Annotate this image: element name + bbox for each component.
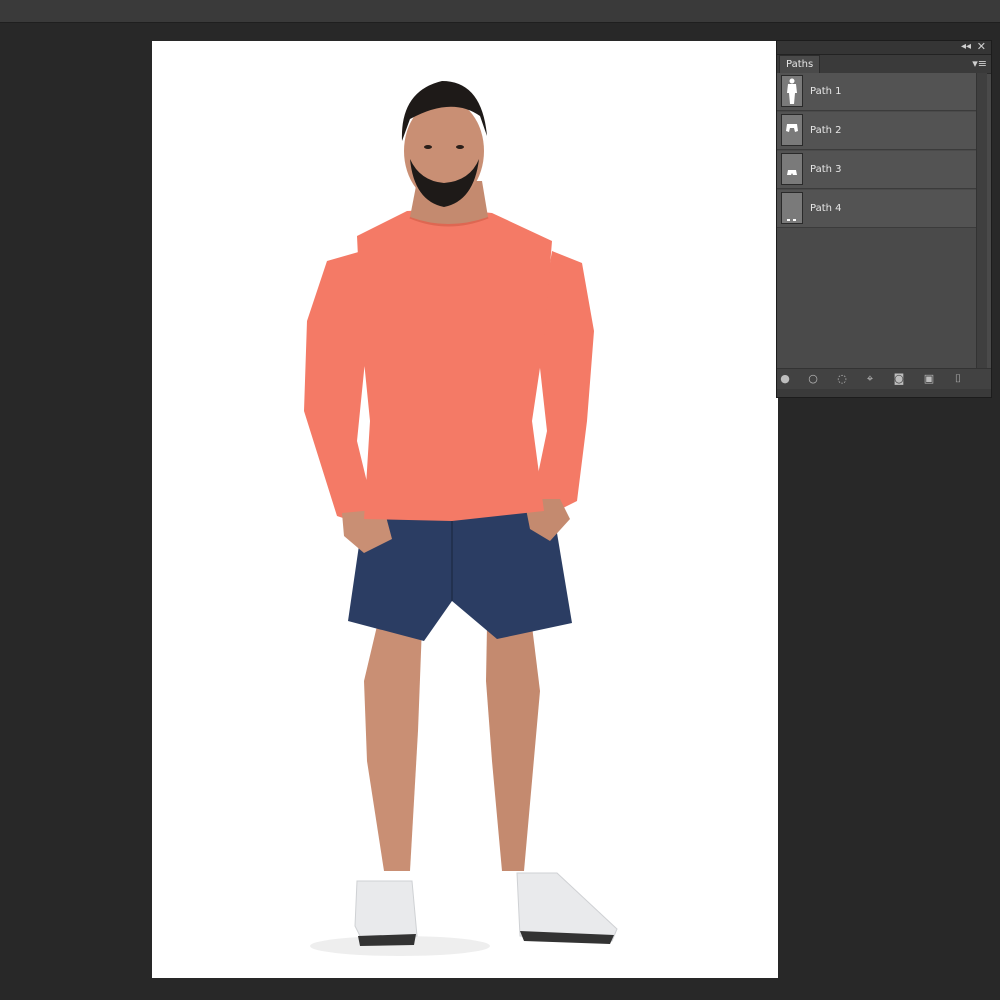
path-thumbnail xyxy=(781,153,803,185)
path-row-3[interactable]: Path 3 xyxy=(777,151,976,189)
panel-scrollbar[interactable] xyxy=(976,73,987,371)
path-thumbnail xyxy=(781,192,803,224)
panel-titlebar[interactable]: ◂◂ ✕ xyxy=(777,40,991,55)
options-bar xyxy=(0,0,1000,23)
tab-paths[interactable]: Paths xyxy=(779,55,821,73)
new-path-icon[interactable]: ▣ xyxy=(921,372,937,386)
load-selection-icon[interactable]: ◌ xyxy=(834,372,850,386)
path-label: Path 1 xyxy=(810,86,842,97)
path-row-1[interactable]: Path 1 xyxy=(777,73,976,111)
paths-panel: ◂◂ ✕ Paths ▾≡ Path 1 Path 2 Path 3 Path … xyxy=(776,40,992,398)
close-icon[interactable]: ✕ xyxy=(977,40,986,54)
path-label: Path 4 xyxy=(810,203,842,214)
panel-tab-row: Paths ▾≡ xyxy=(777,55,991,74)
add-mask-icon[interactable]: ◙ xyxy=(891,372,907,386)
panel-resize-grip[interactable] xyxy=(777,389,991,397)
path-thumbnail xyxy=(781,114,803,146)
panel-menu-icon[interactable]: ▾≡ xyxy=(972,56,987,72)
path-label: Path 3 xyxy=(810,164,842,175)
make-work-path-icon[interactable]: ⌖ xyxy=(862,372,878,386)
panel-footer: ● ○ ◌ ⌖ ◙ ▣ ⌷ xyxy=(777,368,991,389)
path-row-2[interactable]: Path 2 xyxy=(777,112,976,150)
path-label: Path 2 xyxy=(810,125,842,136)
path-thumbnail xyxy=(781,75,803,107)
photo-man-standing xyxy=(304,81,618,956)
document-canvas[interactable] xyxy=(152,41,778,978)
path-row-4[interactable]: Path 4 xyxy=(777,190,976,228)
double-chevron-left-icon[interactable]: ◂◂ xyxy=(961,40,971,54)
delete-path-icon[interactable]: ⌷ xyxy=(950,372,966,386)
fill-path-icon[interactable]: ● xyxy=(777,372,793,386)
path-list: Path 1 Path 2 Path 3 Path 4 xyxy=(777,73,977,373)
stroke-path-icon[interactable]: ○ xyxy=(805,372,821,386)
